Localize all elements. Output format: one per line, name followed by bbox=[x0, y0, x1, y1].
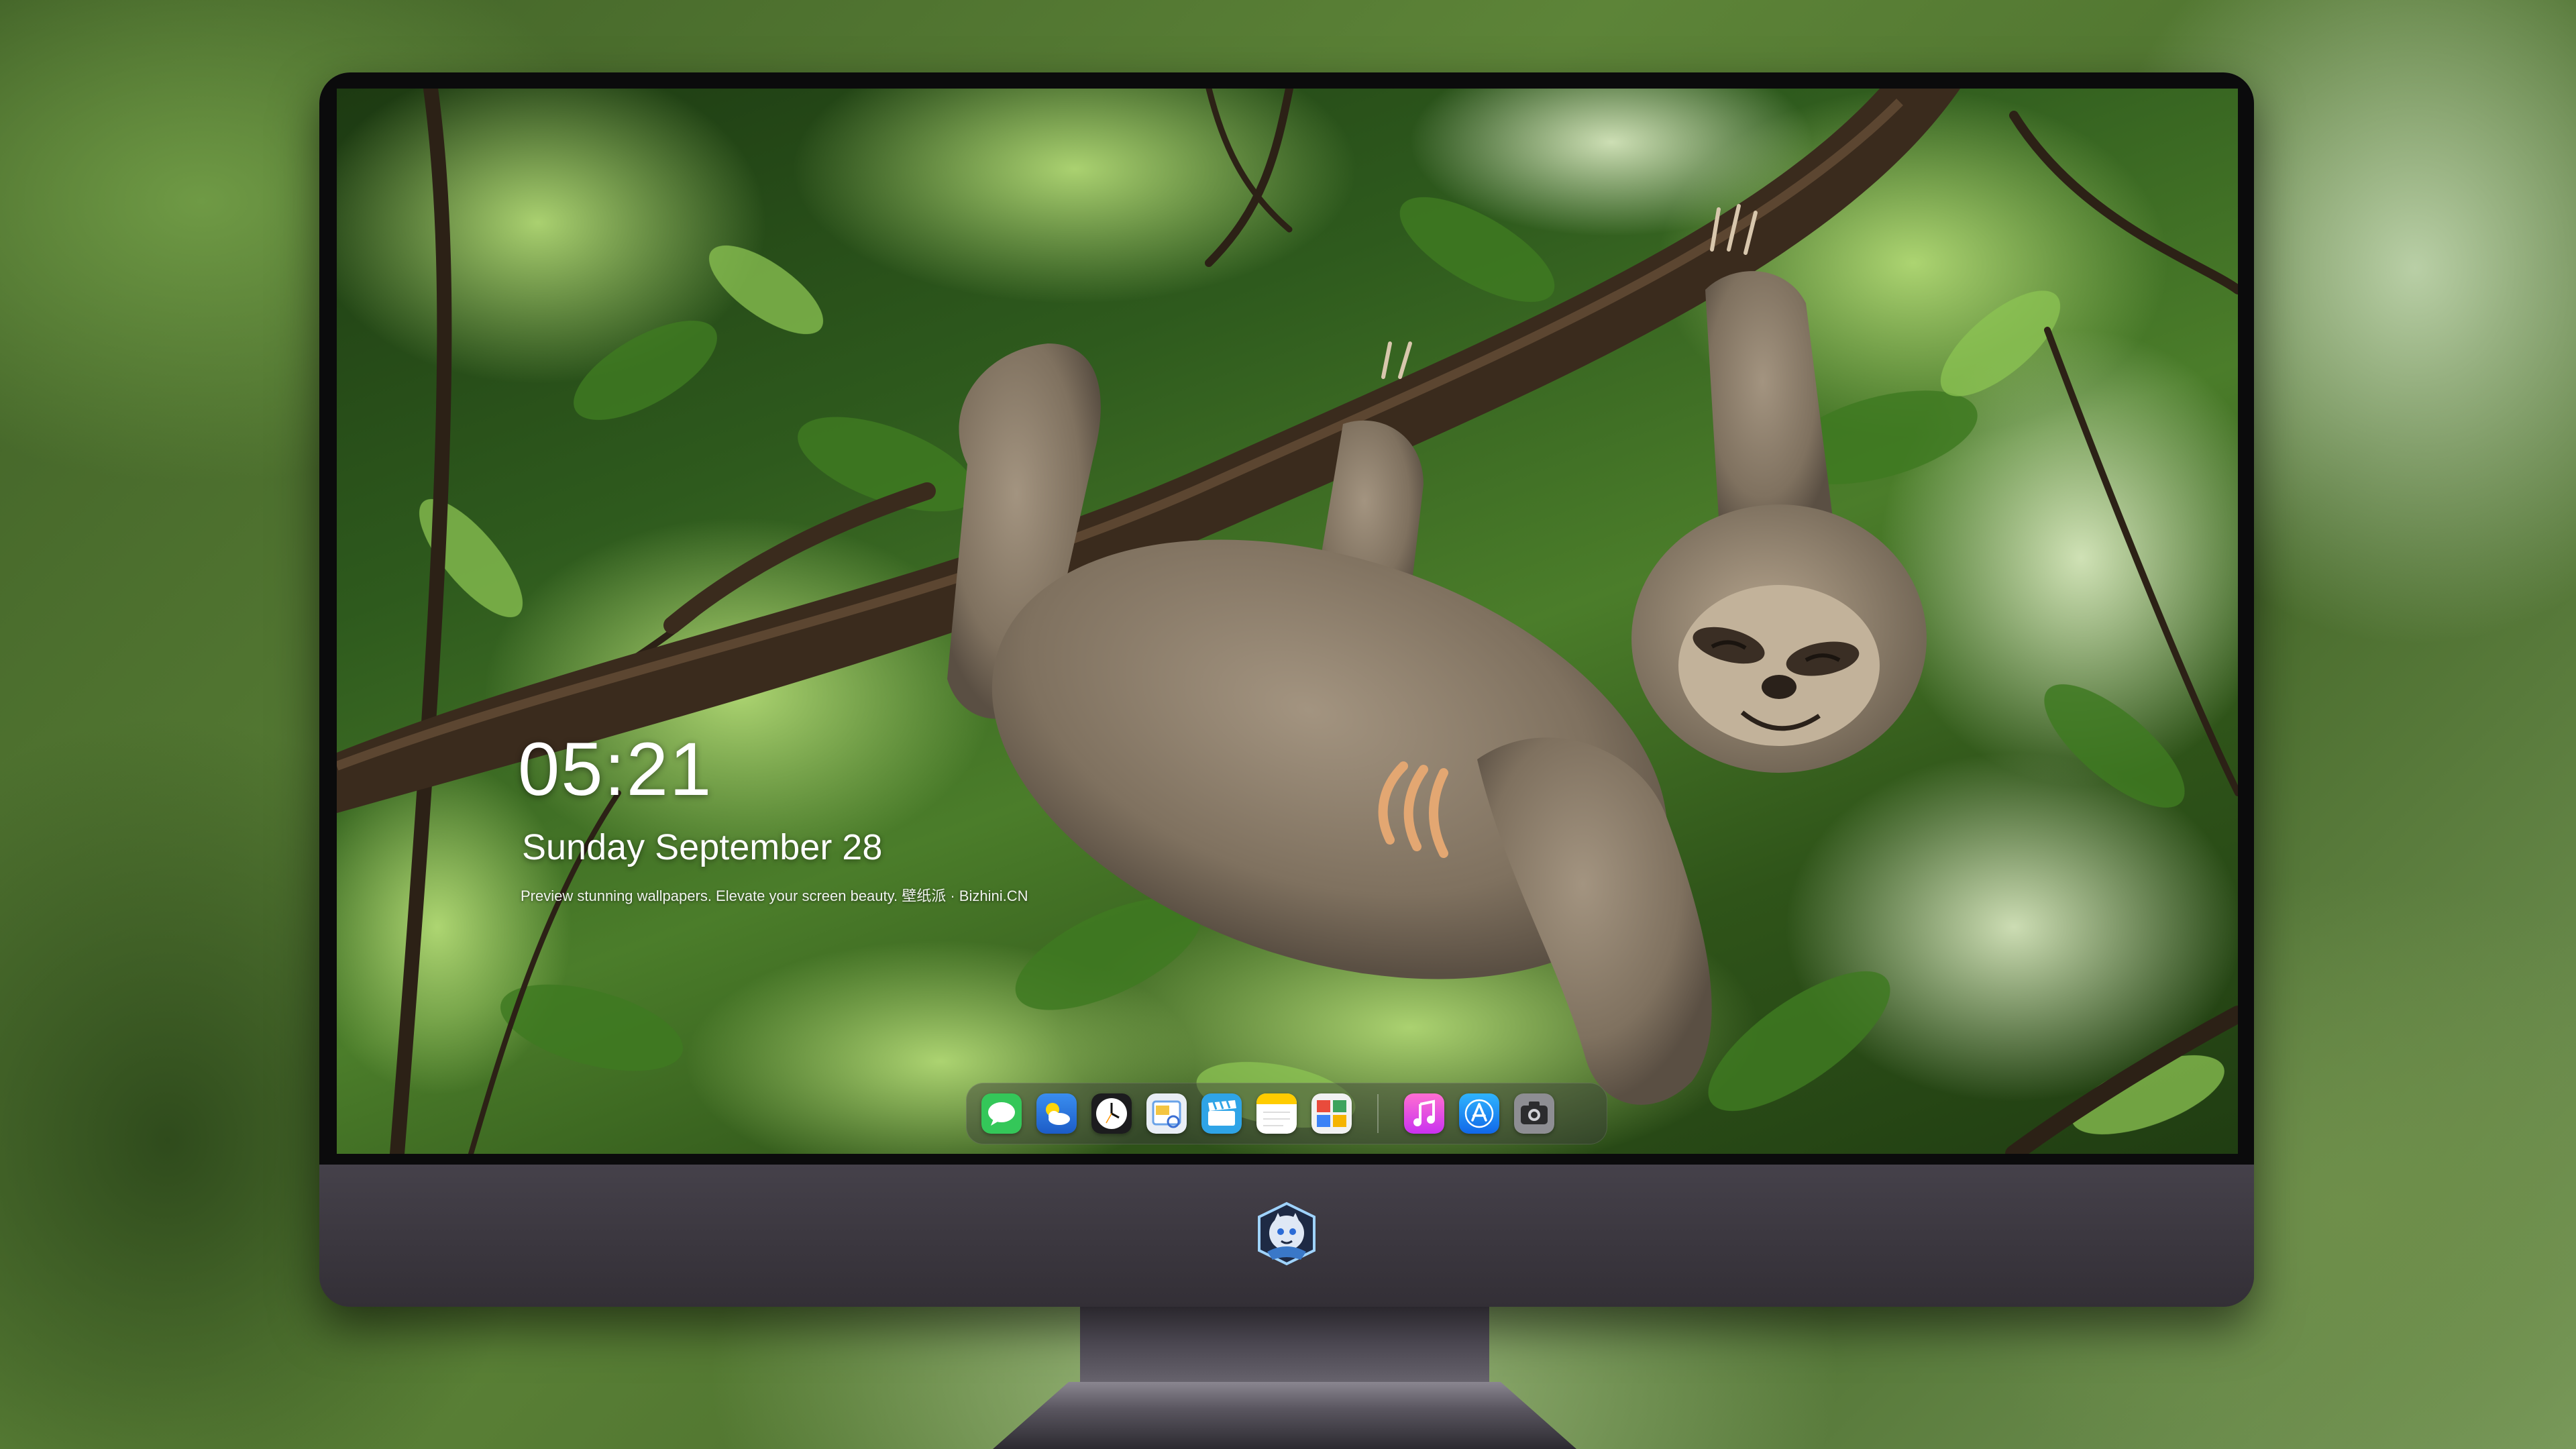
clock-icon[interactable] bbox=[1091, 1093, 1132, 1134]
monitor-stand-neck bbox=[1080, 1307, 1489, 1387]
preview-icon[interactable] bbox=[1146, 1093, 1187, 1134]
clips-icon[interactable] bbox=[1201, 1093, 1242, 1134]
notes-icon[interactable] bbox=[1256, 1093, 1297, 1134]
lock-clock: 05:21 bbox=[518, 727, 713, 811]
lock-date: Sunday September 28 bbox=[522, 827, 883, 867]
photo-booth-icon[interactable] bbox=[1311, 1093, 1352, 1134]
screen: 05:21 Sunday September 28 Preview stunni… bbox=[337, 89, 2238, 1154]
wallpaper-caption: Preview stunning wallpapers. Elevate you… bbox=[521, 888, 1028, 904]
dock bbox=[966, 1083, 1607, 1144]
character-badge-icon bbox=[1254, 1201, 1320, 1267]
sloth-wallpaper bbox=[337, 89, 2238, 1154]
monitor-stand-base bbox=[993, 1382, 1576, 1449]
dock-separator bbox=[1377, 1094, 1379, 1133]
messages-icon[interactable] bbox=[981, 1093, 1022, 1134]
music-icon[interactable] bbox=[1404, 1093, 1444, 1134]
weather-icon[interactable] bbox=[1036, 1093, 1077, 1134]
app-store-icon[interactable] bbox=[1459, 1093, 1499, 1134]
camera-icon[interactable] bbox=[1514, 1093, 1554, 1134]
blurred-background: 05:21 Sunday September 28 Preview stunni… bbox=[0, 0, 2576, 1449]
